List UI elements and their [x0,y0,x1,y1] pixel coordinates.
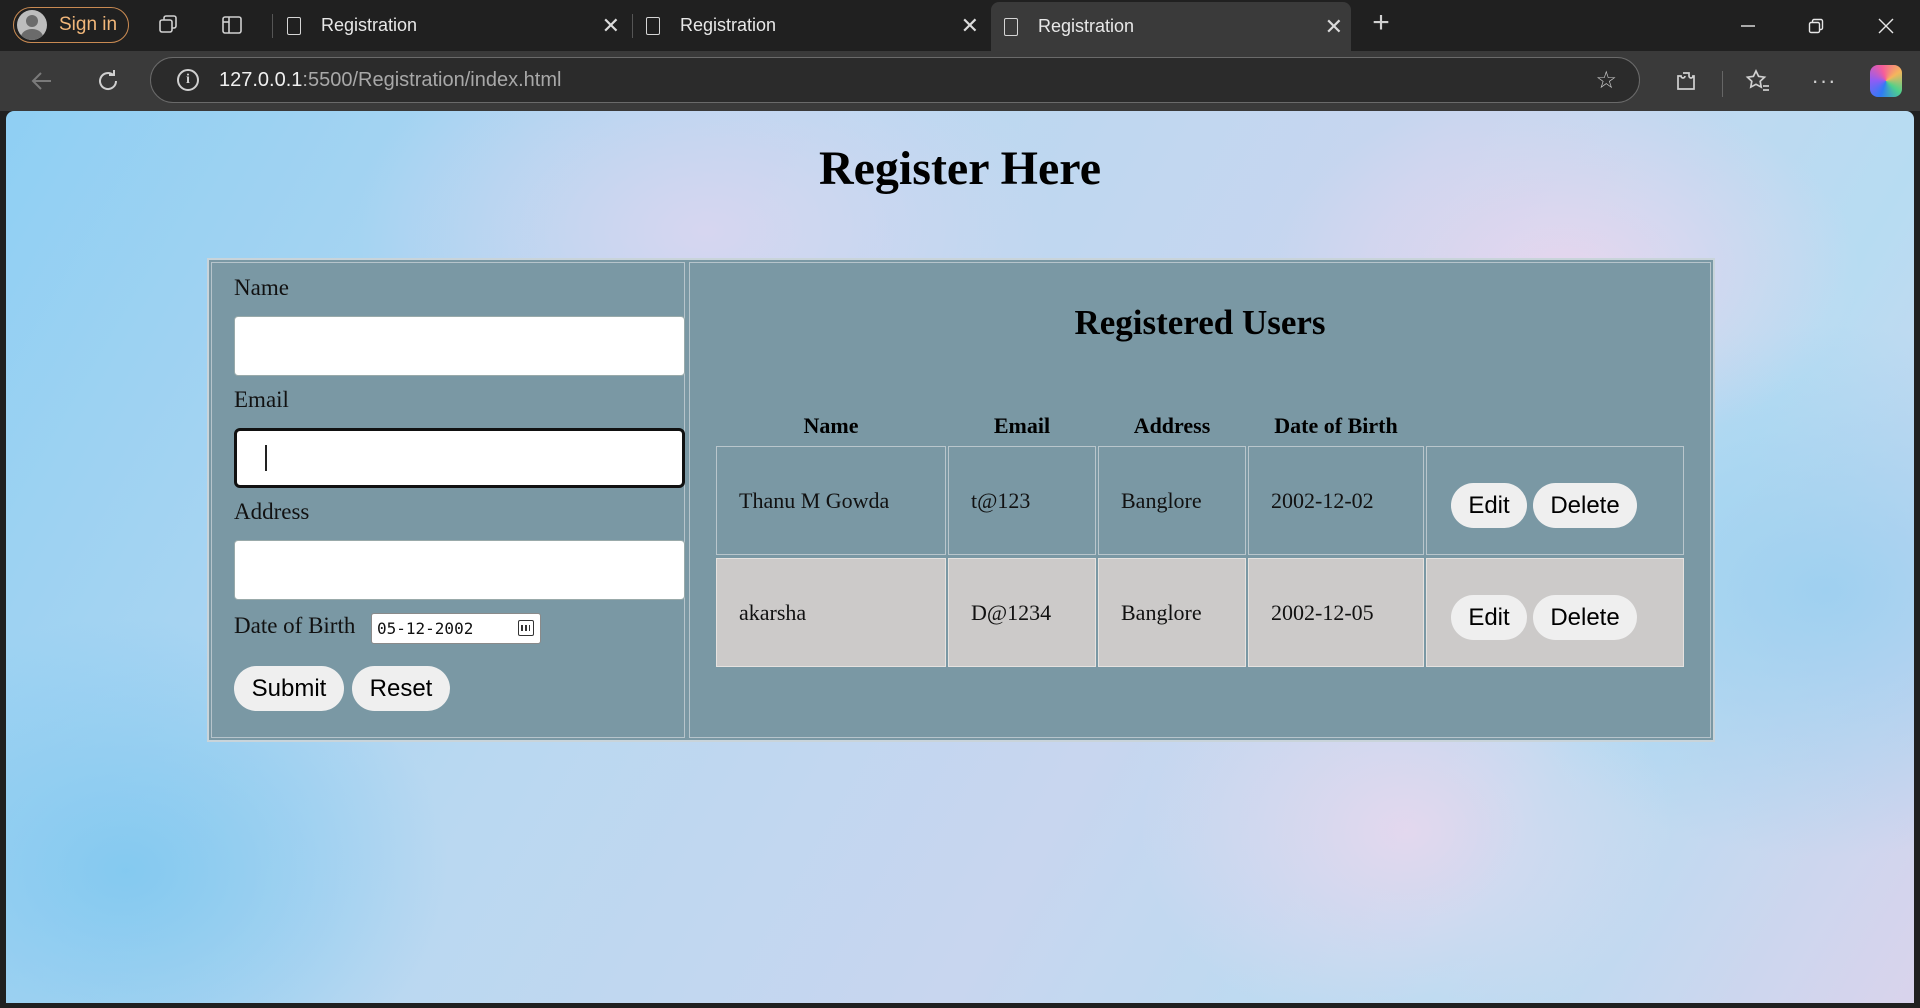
name-input[interactable] [234,316,685,376]
reset-button[interactable]: Reset [352,666,450,711]
more-icon[interactable]: ··· [1808,65,1840,97]
page-title: Register Here [818,142,1102,195]
sign-in-button[interactable]: Sign in [13,7,129,43]
tab-registration-2[interactable]: Registration ✕ [633,0,987,51]
email-label: Email [234,387,289,412]
info-icon[interactable]: i [177,69,199,91]
text-caret [265,445,267,471]
calendar-icon[interactable] [518,620,534,636]
close-tab-icon[interactable]: ✕ [602,13,620,39]
tab-title: Registration [680,15,777,35]
browser-toolbar: i 127.0.0.1:5500/Registration/index.html… [0,51,1920,111]
submit-button[interactable]: Submit [234,666,344,711]
cell-address: Banglore [1098,558,1246,667]
extensions-icon[interactable] [1670,65,1702,97]
edit-button[interactable]: Edit [1451,483,1527,528]
column-header-name: Name [803,413,859,438]
close-tab-icon[interactable]: ✕ [1325,14,1343,40]
minimize-icon[interactable] [1714,0,1782,51]
cell-actions: Edit Delete [1426,446,1684,555]
tab-title: Registration [321,15,418,35]
layout-table: Name Email Address Date of Birth 05-12-2… [207,258,1715,742]
address-bar[interactable]: i 127.0.0.1:5500/Registration/index.html… [150,57,1640,103]
page-viewport: Register Here Name Email Address Date of… [6,111,1914,1003]
profile-avatar-icon [17,10,47,40]
cell-actions: Edit Delete [1426,558,1684,667]
favorite-star-icon[interactable]: ☆ [1595,66,1617,95]
restore-icon[interactable] [1782,0,1850,51]
address-input[interactable] [234,540,685,600]
column-header-address: Address [1133,413,1211,438]
registered-users-section: Registered Users Name Email Address Date… [689,262,1711,738]
cell-dob: 2002-12-02 [1248,446,1424,555]
cell-email: t@123 [948,446,1096,555]
toolbar-separator [1722,71,1723,97]
tab-registration-1[interactable]: Registration ✕ [274,0,628,51]
cell-dob: 2002-12-05 [1248,558,1424,667]
url-path: :5500/Registration/index.html [302,68,562,91]
refresh-icon[interactable] [92,65,124,97]
close-tab-icon[interactable]: ✕ [961,13,979,39]
sign-in-label: Sign in [59,14,118,35]
back-icon[interactable] [26,65,58,97]
delete-button[interactable]: Delete [1533,595,1637,640]
column-header-dob: Date of Birth [1274,413,1398,438]
dob-label: Date of Birth [234,613,356,638]
url-host: 127.0.0.1 [219,68,303,91]
cell-email: D@1234 [948,558,1096,667]
tab-separator [272,14,273,38]
delete-button[interactable]: Delete [1533,483,1637,528]
column-header-email: Email [993,413,1051,438]
tab-actions-icon[interactable] [219,12,245,38]
dob-value: 05-12-2002 [377,619,474,638]
registration-form: Name Email Address Date of Birth 05-12-2… [211,262,685,738]
tab-title: Registration [1038,16,1135,36]
new-tab-icon[interactable]: + [1368,6,1394,39]
close-window-icon[interactable] [1852,0,1920,51]
cell-name: akarsha [716,558,946,667]
page-icon [287,16,301,35]
edit-button[interactable]: Edit [1451,595,1527,640]
cell-address: Banglore [1098,446,1246,555]
cell-name: Thanu M Gowda [716,446,946,555]
page-icon [646,16,660,35]
workspaces-icon[interactable] [156,12,182,38]
favorites-icon[interactable] [1742,65,1774,97]
page-icon [1004,17,1018,36]
tab-registration-3[interactable]: Registration ✕ [991,2,1351,51]
address-label: Address [234,499,310,524]
browser-titlebar: Sign in Registration ✕ Registration ✕ Re… [0,0,1920,51]
name-label: Name [234,275,289,300]
users-title: Registered Users [1074,303,1326,342]
email-input[interactable] [234,428,685,488]
dob-date-input[interactable]: 05-12-2002 [371,613,541,644]
copilot-icon[interactable] [1870,65,1902,97]
